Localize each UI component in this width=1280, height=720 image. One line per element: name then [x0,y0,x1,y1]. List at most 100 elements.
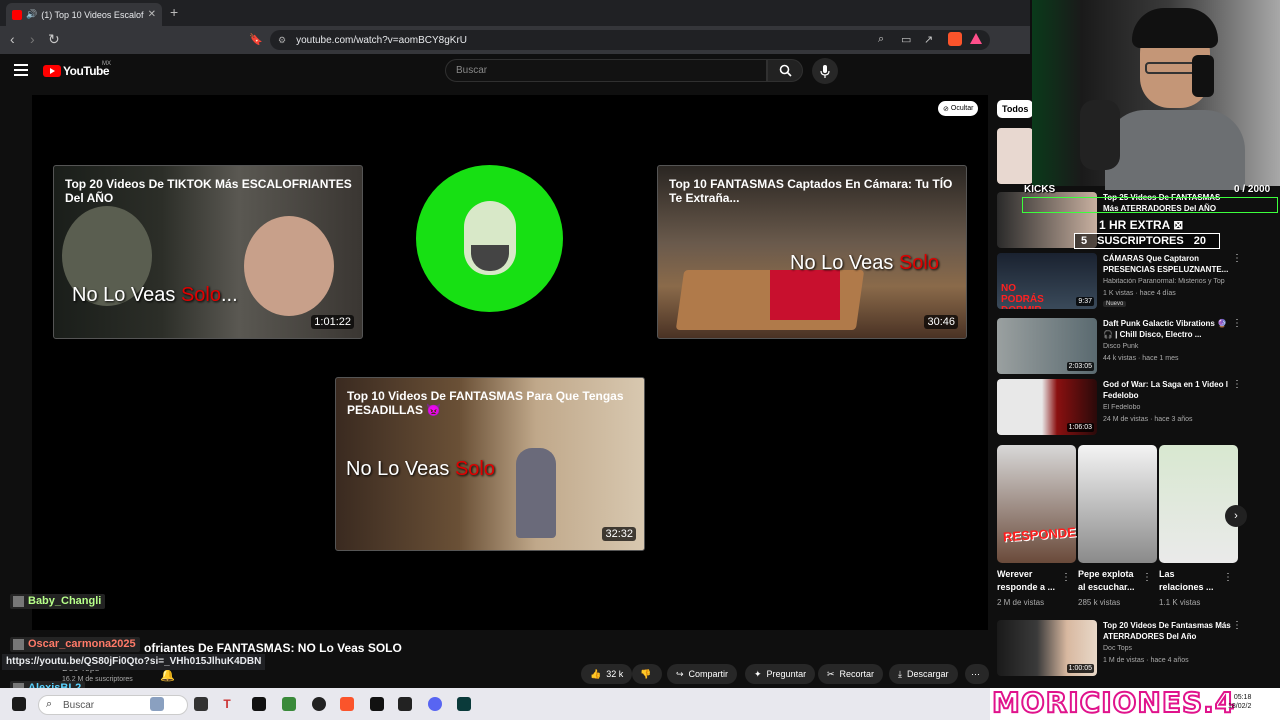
rec-channel[interactable]: Disco Punk [1103,343,1233,350]
text-app-icon[interactable]: T [220,697,234,711]
new-tab-button[interactable]: + [170,4,178,20]
eye-off-icon: ⊘ [943,105,949,113]
rec-channel[interactable]: El Fedelobo [1103,404,1233,411]
microphone-icon [820,64,830,78]
partial-thumbnail[interactable] [997,128,1033,184]
back-icon[interactable]: ‹ [10,31,15,47]
dislike-button[interactable]: 👎 [632,664,662,684]
speaker-icon[interactable]: 🔊 [26,9,37,20]
link-tooltip: https://youtu.be/QS80jFi0Qto?si=_VHh015J… [2,654,266,670]
recommendation-item[interactable]: 1:00:05 Top 20 Videos De Fantasmas Más A… [997,620,1257,676]
taskbar-search-input[interactable]: Buscar [38,695,188,715]
cast-icon[interactable]: ▭ [901,33,911,46]
youtube-favicon-icon [12,9,22,20]
forward-icon[interactable]: › [30,31,35,47]
brave-shields-icon[interactable] [948,32,962,46]
webcam-hair [1132,8,1218,48]
rec-title[interactable]: Top 20 Videos De Fantasmas Más ATERRADOR… [1103,620,1231,642]
streamlabs-icon[interactable] [457,697,471,711]
endcard-video-3[interactable]: Top 10 Videos De FANTASMAS Para Que Teng… [335,377,645,551]
short-thumbnail[interactable] [997,445,1076,563]
brave-rewards-icon[interactable] [970,33,982,44]
duration-badge: 1:01:22 [311,315,354,329]
voice-search-button[interactable] [812,58,838,84]
share-icon[interactable]: ↗ [924,33,933,46]
share-label: Compartir [688,669,729,679]
tiktok-icon[interactable] [252,697,266,711]
short-title[interactable]: Werever responde a ... [997,568,1059,594]
tab-title: (1) Top 10 Videos Escalofriant [41,9,144,20]
more-options-icon[interactable]: ⋮ [1232,620,1242,631]
url-text: youtube.com/watch?v=aomBCY8gKrU [296,34,467,46]
more-options-icon[interactable]: ⋮ [1232,253,1242,264]
ask-button[interactable]: ✦ Preguntar [745,664,816,684]
short-thumbnail[interactable] [1159,445,1238,563]
bookmark-icon[interactable]: 🔖 [249,33,263,46]
obs-icon[interactable] [312,697,326,711]
scared-face [244,216,334,316]
more-options-icon[interactable]: ⋮ [1061,572,1071,583]
reload-icon[interactable]: ↻ [48,31,60,48]
brave-browser-icon[interactable] [340,697,354,711]
video-thumbnail[interactable]: 1:00:05 [997,620,1097,676]
more-actions-button[interactable]: ⋯ [965,664,989,684]
short-title[interactable]: Pepe explota al escuchar... [1078,568,1140,594]
country-code: MX [102,61,111,67]
hide-endscreen-button[interactable]: ⊘ Ocultar [938,101,979,116]
video-thumbnail[interactable]: NO PODRÁS DORMIR 9:37 [997,253,1097,309]
notification-bell-icon[interactable]: 🔔 [160,668,175,682]
short-thumbnail[interactable] [1078,445,1157,563]
close-tab-icon[interactable]: ✕ [148,9,156,20]
site-info-icon[interactable]: ⚙ [278,35,286,46]
more-options-icon[interactable]: ⋮ [1142,572,1152,583]
video-thumbnail[interactable]: 1:06:03 [997,379,1097,435]
rec-meta: 1 K vistas · hace 4 días [1103,290,1176,297]
new-badge: Nuevo [1103,301,1127,307]
short-title[interactable]: Las relaciones ... [1159,568,1221,594]
spreadsheet-icon[interactable] [282,697,296,711]
rec-title[interactable]: Daft Punk Galactic Vibrations 🔮🎧 | Chill… [1103,318,1231,340]
short-views: 2 M de vistas [997,598,1045,607]
chat-avatar [13,639,24,650]
rec-title[interactable]: God of War: La Saga en 1 Video l Fedelob… [1103,379,1231,401]
rec-channel[interactable]: Habitación Paranormal: Misterios y Top [1103,278,1233,285]
extra-hour-label: 1 HR EXTRA ⊠ [1099,218,1184,232]
start-icon[interactable] [12,697,26,711]
search-button[interactable] [767,59,803,82]
video-thumbnail[interactable]: 2:03:05 [997,318,1097,374]
endcard-video-1[interactable]: Top 20 Videos De TIKTOK Más ESCALOFRIANT… [53,165,363,339]
like-button[interactable]: 👍 32 k [581,664,633,684]
search-icon [779,64,792,77]
sparkle-icon: ✦ [754,668,762,679]
chip-all[interactable]: Todos [997,100,1034,118]
chevron-right-icon[interactable]: › [1225,505,1247,527]
capcut-icon[interactable] [370,697,384,711]
more-options-icon[interactable]: ⋮ [1223,572,1233,583]
zoom-icon[interactable]: ⌕ [878,33,884,46]
duration-badge: 2:03:05 [1066,362,1094,371]
more-options-icon[interactable]: ⋮ [1232,318,1242,329]
file-explorer-icon[interactable] [194,697,208,711]
browser-tab[interactable]: 🔊 (1) Top 10 Videos Escalofriant ✕ [6,3,162,26]
recommendation-item[interactable]: NO PODRÁS DORMIR 9:37 CÁMARAS Que Captar… [997,253,1257,309]
rec-channel[interactable]: Doc Tops [1103,645,1233,652]
recommendation-item[interactable]: 2:03:05 Daft Punk Galactic Vibrations 🔮🎧… [997,318,1257,374]
more-options-icon[interactable]: ⋮ [1232,379,1242,390]
search-input[interactable]: Buscar [445,59,767,82]
youtube-logo-icon[interactable] [43,65,61,77]
rec-title[interactable]: CÁMARAS Que Captaron PRESENCIAS ESPELUZN… [1103,253,1231,275]
subscribe-channel-circle[interactable] [416,165,563,312]
cursor-app-icon[interactable] [398,697,412,711]
recommendation-item[interactable]: 1:06:03 God of War: La Saga en 1 Video l… [997,379,1257,435]
subs-goal-target: 20 [1193,235,1206,247]
clip-button[interactable]: ✂ Recortar [818,664,884,684]
share-button[interactable]: ↪ Compartir [667,664,738,684]
widgets-icon[interactable] [150,697,164,711]
download-button[interactable]: ⤓ Descargar [889,664,958,684]
banner-text: MORICIONES.4 [991,685,1236,720]
endcard-caption: No Lo Veas Solo... [72,284,238,306]
subs-goal-box: 5 SUSCRIPTORES 20 [1074,233,1220,249]
subs-goal-current: 5 [1081,235,1088,247]
discord-icon[interactable] [428,697,442,711]
menu-icon[interactable] [14,64,28,79]
